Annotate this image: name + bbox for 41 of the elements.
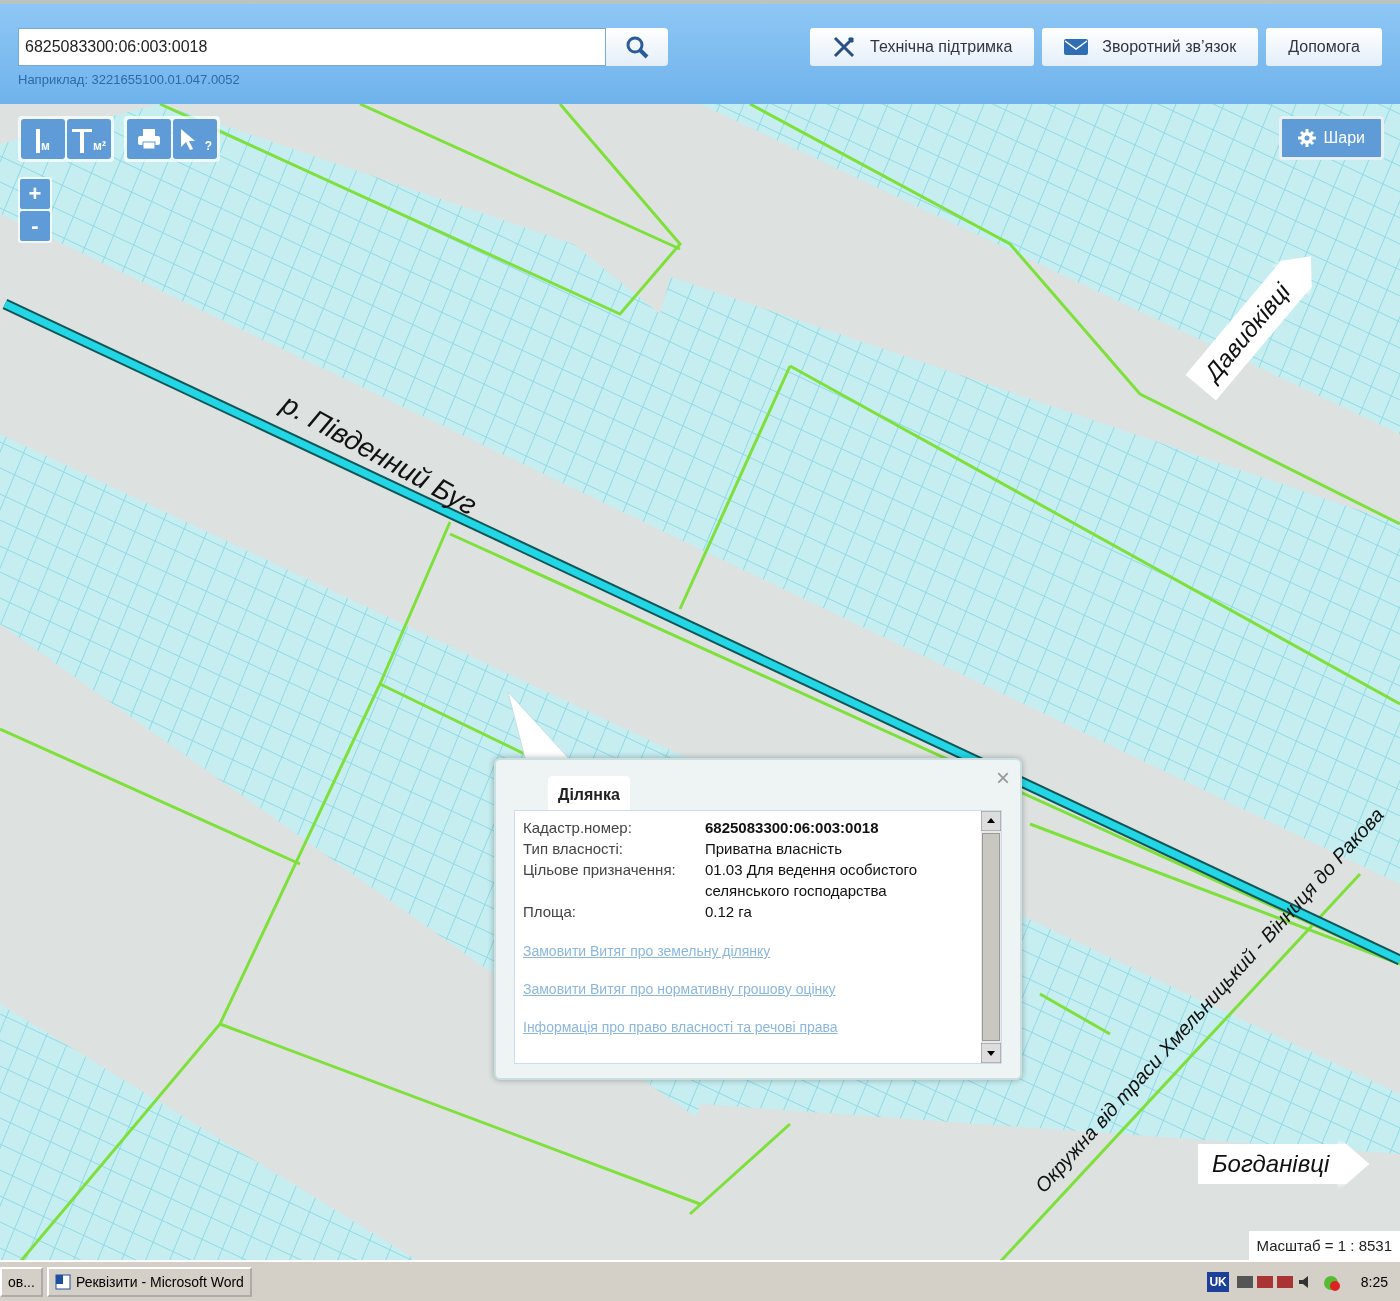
feedback-button[interactable]: Зворотний зв’язок: [1042, 28, 1259, 66]
field-label: Площа:: [523, 902, 577, 922]
search-field[interactable]: 6825083300:06:003:0018: [18, 28, 606, 66]
field-value: 0.12 га: [705, 902, 753, 922]
field-label: Цільове призначення:: [523, 860, 677, 880]
popup-tab[interactable]: Ділянка: [548, 776, 630, 810]
search-hint: Наприклад: 3221655100.01.047.0052: [18, 72, 241, 87]
field-value: 01.03 Для ведення особистого селянського господарства: [705, 860, 919, 901]
taskbar-task[interactable]: ов...: [0, 1266, 43, 1297]
taskbar-task[interactable]: Реквізити - Microsoft Word: [46, 1266, 252, 1297]
measure-button[interactable]: м²: [67, 119, 111, 159]
envelope-icon: [1064, 39, 1089, 55]
measure-button[interactable]: м: [21, 119, 65, 159]
map-scale: Масштаб = 1 : 8531: [1248, 1231, 1400, 1260]
scroll-up-icon: [981, 811, 1001, 831]
document-icon: [54, 1273, 71, 1290]
identify-button[interactable]: ?: [173, 119, 217, 159]
language-indicator[interactable]: UK: [1207, 1271, 1229, 1292]
field-label: Кадастр.номер:: [523, 818, 633, 838]
order-link[interactable]: Замовити Витяг про нормативну грошову оцінку: [523, 981, 836, 997]
clock: 8:25: [1360, 1273, 1388, 1290]
tools-icon: [832, 35, 856, 59]
print-icon: [137, 128, 161, 150]
support-button[interactable]: Технічна підтримка: [810, 28, 1035, 66]
gear-icon: [1297, 129, 1316, 147]
field-label: Тип власності:: [523, 839, 624, 859]
zoom-out-button[interactable]: -: [20, 211, 50, 241]
zoom-in-button[interactable]: +: [20, 179, 50, 209]
close-button[interactable]: ×: [996, 766, 1010, 790]
search-icon: [625, 35, 649, 59]
field-value: Приватна власність: [705, 839, 843, 859]
ruler-area-icon: [72, 129, 93, 153]
scrollbar[interactable]: [981, 811, 1001, 1063]
print-button[interactable]: [127, 119, 171, 159]
layers-button[interactable]: Шари: [1278, 116, 1384, 160]
scroll-down-icon: [981, 1043, 1001, 1063]
order-link[interactable]: Замовити Витяг про земельну ділянку: [523, 943, 771, 959]
field-value: 6825083300:06:003:0018: [705, 818, 880, 838]
help-button[interactable]: Допомога: [1266, 28, 1382, 66]
order-link[interactable]: Інформація про право власності та речові права: [523, 1019, 838, 1035]
search-button[interactable]: [606, 28, 668, 66]
